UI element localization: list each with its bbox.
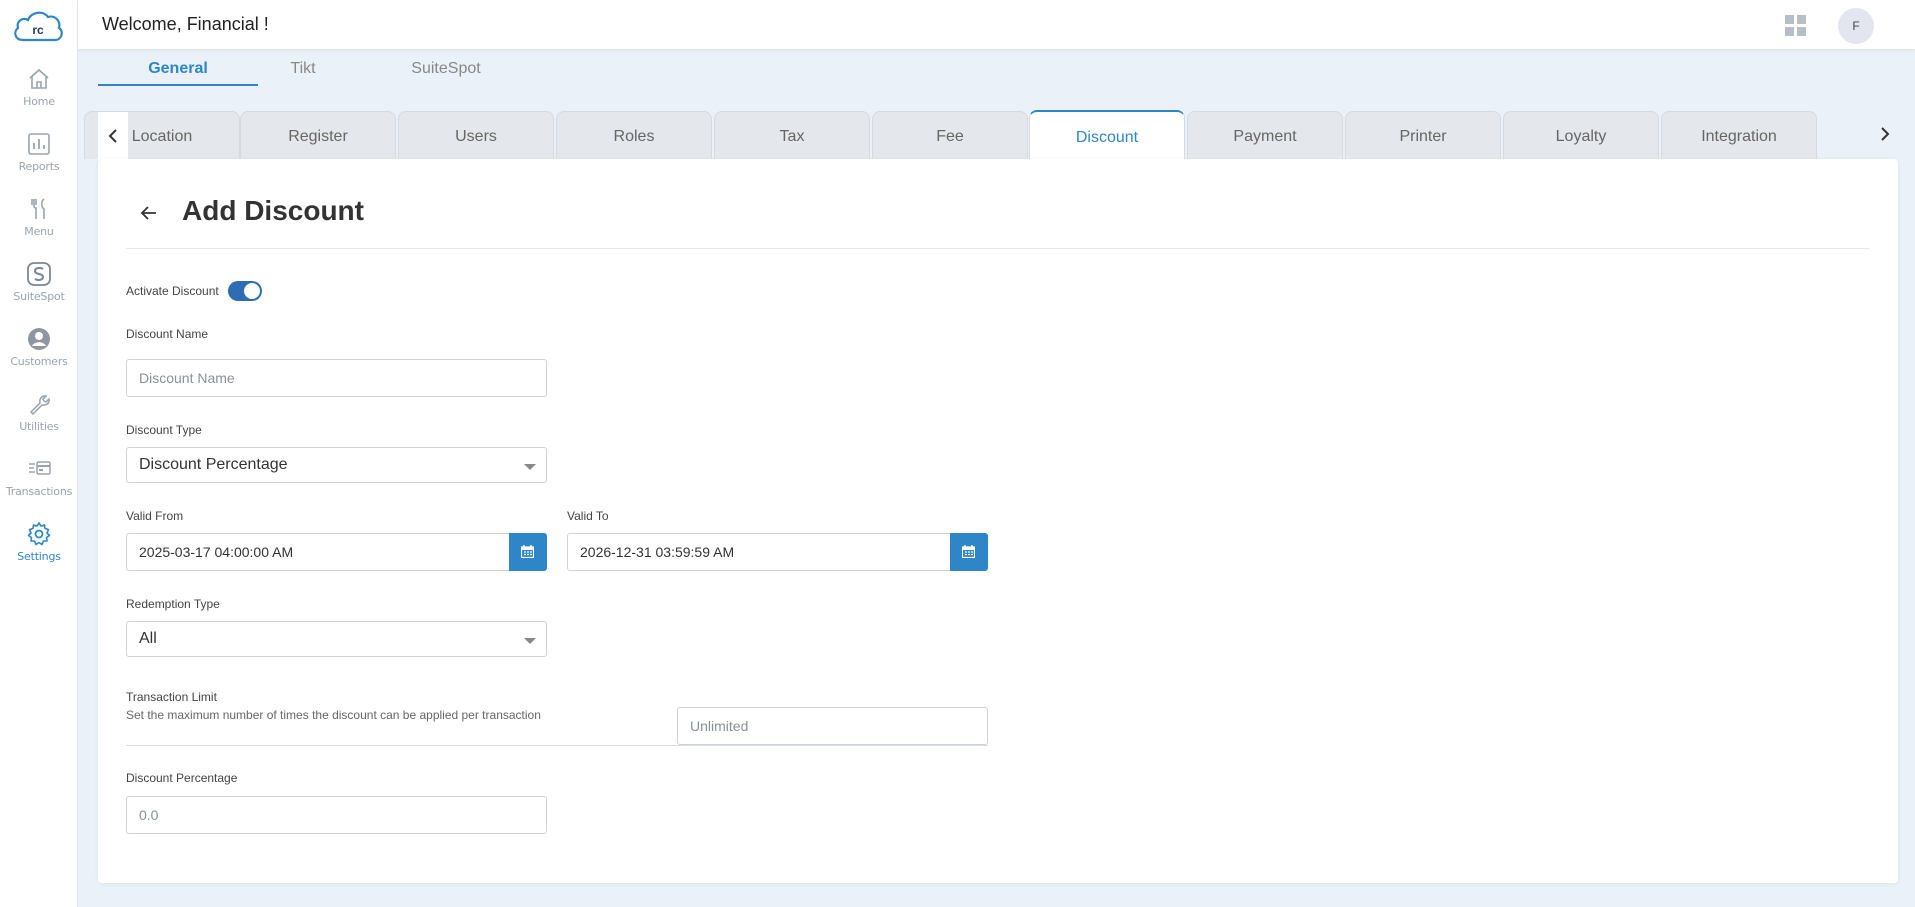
sidebar-item-suitespot[interactable]: SuiteSpot (0, 261, 78, 317)
valid-to-label: Valid To (567, 509, 609, 523)
calendar-icon (962, 545, 975, 558)
transaction-limit-input[interactable] (677, 707, 988, 745)
sidebar-item-label: Settings (17, 550, 61, 563)
tab-integration[interactable]: Integration (1661, 111, 1817, 159)
tab-users[interactable]: Users (398, 111, 554, 159)
discount-type-label: Discount Type (126, 423, 202, 437)
apps-grid-icon[interactable] (1785, 15, 1806, 36)
redemption-type-label: Redemption Type (126, 597, 220, 611)
discount-type-select[interactable]: Discount Percentage (126, 447, 547, 483)
sidebar-item-utilities[interactable]: Utilities (0, 391, 78, 447)
gear-icon (27, 522, 51, 546)
reports-icon (28, 133, 50, 155)
sidebar-item-settings[interactable]: Settings (0, 521, 78, 577)
chevron-down-icon (524, 464, 536, 470)
transaction-limit-divider (126, 745, 988, 746)
tab-general[interactable]: General (98, 54, 258, 86)
sidebar-item-label: Menu (24, 225, 54, 238)
activate-discount-toggle[interactable] (228, 281, 262, 301)
chevron-left-icon (108, 129, 117, 143)
discount-percentage-input[interactable] (126, 796, 547, 834)
tab-tikt[interactable]: Tikt (253, 54, 353, 86)
transaction-limit-description: Set the maximum number of times the disc… (126, 708, 541, 722)
tab-tax[interactable]: Tax (714, 111, 870, 159)
title-divider (126, 248, 1870, 249)
chevron-down-icon (524, 638, 536, 644)
sidebar-item-reports[interactable]: Reports (0, 131, 78, 187)
chevron-right-icon (1881, 127, 1890, 141)
sidebar-item-customers[interactable]: Customers (0, 326, 78, 382)
avatar[interactable]: F (1838, 8, 1874, 44)
menu-utensils-icon (31, 198, 45, 219)
transaction-limit-label: Transaction Limit (126, 690, 217, 704)
discount-percentage-label: Discount Percentage (126, 771, 238, 785)
tab-discount[interactable]: Discount (1029, 110, 1185, 160)
calendar-icon (521, 545, 534, 558)
tab-register[interactable]: Register (240, 111, 396, 159)
sidebar-item-menu[interactable]: Menu (0, 196, 78, 252)
redemption-type-select[interactable]: All (126, 621, 547, 657)
wrench-icon (29, 395, 50, 416)
tab-suitespot[interactable]: SuiteSpot (386, 54, 506, 86)
tab-fee[interactable]: Fee (872, 111, 1028, 159)
logo-text: rc (32, 23, 44, 37)
toggle-knob (243, 282, 261, 300)
valid-from-label: Valid From (126, 509, 184, 523)
welcome-message: Welcome, Financial ! (102, 14, 269, 34)
sidebar-item-transactions[interactable]: Transactions (0, 456, 78, 512)
sidebar: rc Home Reports Menu SuiteSpot Customers… (0, 0, 78, 907)
home-icon (29, 68, 49, 89)
tab-printer[interactable]: Printer (1345, 111, 1501, 159)
sidebar-item-label: SuiteSpot (13, 290, 65, 303)
discount-name-label: Discount Name (126, 327, 209, 341)
valid-from-calendar-button[interactable] (509, 533, 547, 571)
back-arrow-icon[interactable] (138, 202, 160, 224)
sidebar-item-label: Reports (18, 160, 60, 173)
tabs-prev-button[interactable] (98, 112, 128, 160)
valid-from-input[interactable]: 2025-03-17 04:00:00 AM (126, 533, 510, 571)
valid-to-calendar-button[interactable] (950, 533, 988, 571)
tab-roles[interactable]: Roles (556, 111, 712, 159)
customers-icon (28, 328, 50, 350)
sidebar-item-home[interactable]: Home (0, 66, 78, 122)
sidebar-item-label: Home (23, 95, 55, 108)
redemption-type-value: All (139, 630, 157, 647)
suitespot-icon (27, 262, 51, 286)
sidebar-item-label: Utilities (19, 420, 59, 433)
top-header: Welcome, Financial ! F (78, 0, 1915, 50)
valid-to-input[interactable]: 2026-12-31 03:59:59 AM (567, 533, 951, 571)
tab-payment[interactable]: Payment (1187, 111, 1343, 159)
discount-name-input[interactable] (126, 359, 547, 397)
add-discount-card: Add Discount Activate Discount Discount … (98, 159, 1898, 883)
discount-type-value: Discount Percentage (139, 456, 288, 473)
activate-discount-label: Activate Discount (126, 284, 219, 298)
rc-logo[interactable]: rc (11, 8, 65, 44)
tab-loyalty[interactable]: Loyalty (1503, 111, 1659, 159)
tabs-next-button[interactable] (1870, 110, 1900, 158)
sidebar-item-label: Customers (10, 355, 68, 368)
transactions-icon (29, 461, 51, 475)
page-title: Add Discount (182, 195, 364, 226)
sidebar-item-label: Transactions (5, 485, 73, 498)
